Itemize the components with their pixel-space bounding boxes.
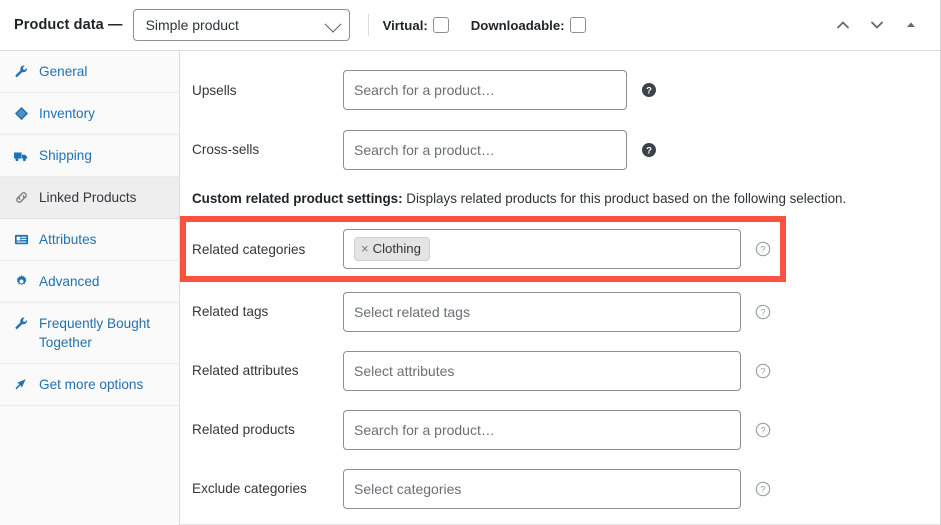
field-label: Cross-sells <box>192 142 260 157</box>
header-divider <box>367 14 369 36</box>
svg-text:?: ? <box>646 145 652 156</box>
header-actions <box>832 14 926 36</box>
sidebar-item-linked-products[interactable]: Linked Products <box>0 177 179 219</box>
chip-remove-icon[interactable]: × <box>361 241 369 256</box>
downloadable-field: Downloadable: <box>471 17 586 33</box>
wrench-icon <box>12 314 30 333</box>
cursor-icon <box>12 375 30 394</box>
gear-icon <box>12 272 30 291</box>
product-type-value: Simple product <box>145 17 239 33</box>
field-placeholder: Search for a product… <box>354 141 495 158</box>
svg-text:?: ? <box>760 425 765 435</box>
sidebar-item-frequently-bought-together[interactable]: Frequently Bought Together <box>0 303 179 364</box>
truck-icon <box>12 146 30 165</box>
product-type-select[interactable]: Simple product <box>132 9 350 41</box>
move-down-button[interactable] <box>866 14 888 36</box>
page-title: Product data — <box>14 17 123 33</box>
field-label: Related attributes <box>192 363 299 378</box>
help-outline-icon[interactable]: ? <box>755 363 771 379</box>
sidebar-item-get-more-options[interactable]: Get more options <box>0 364 179 406</box>
sidebar-item-inventory[interactable]: Inventory <box>0 93 179 135</box>
svg-text:?: ? <box>646 86 652 97</box>
sidebar-item-advanced[interactable]: Advanced <box>0 261 179 303</box>
sidebar-item-label: Inventory <box>39 106 95 121</box>
field-row-related-attributes: Related attributes Select attributes ? <box>180 341 940 400</box>
help-outline-icon[interactable]: ? <box>755 481 771 497</box>
panel-body: General Inventory Shipping Linked Produc… <box>0 51 940 525</box>
field-label: Exclude categories <box>192 481 307 496</box>
virtual-checkbox[interactable] <box>432 17 449 33</box>
related-categories-input[interactable]: × Clothing <box>343 229 741 269</box>
field-row-exclude-categories: Exclude categories Select categories ? <box>180 459 940 518</box>
field-placeholder: Select categories <box>354 480 462 497</box>
notice-text: Displays related products for this produ… <box>402 191 847 206</box>
upsells-input[interactable]: Search for a product… <box>343 70 627 110</box>
sidebar-item-label: Get more options <box>39 377 144 392</box>
virtual-field: Virtual: <box>383 17 449 33</box>
field-label: Related products <box>192 422 295 437</box>
category-chip-clothing[interactable]: × Clothing <box>354 237 430 261</box>
help-outline-icon[interactable]: ? <box>755 304 771 320</box>
field-placeholder: Select related tags <box>354 303 470 320</box>
help-outline-icon[interactable]: ? <box>755 422 771 438</box>
svg-text:?: ? <box>760 307 765 317</box>
sidebar-item-attributes[interactable]: Attributes <box>0 219 179 261</box>
field-placeholder: Search for a product… <box>354 421 495 438</box>
related-attributes-input[interactable]: Select attributes <box>343 350 741 391</box>
help-filled-icon[interactable]: ? <box>641 82 657 98</box>
virtual-label: Virtual: <box>382 17 428 33</box>
field-row-related-categories: Related categories × Clothing ? <box>180 216 940 282</box>
sidebar-item-label: Frequently Bought Together <box>39 316 151 350</box>
field-label: Upsells <box>192 82 237 98</box>
related-tags-input[interactable]: Select related tags <box>343 291 741 332</box>
field-label: Related categories <box>192 241 306 257</box>
help-outline-icon[interactable]: ? <box>755 241 771 257</box>
sidebar-item-label: Attributes <box>39 232 97 247</box>
exclude-categories-input[interactable]: Select categories <box>343 468 741 509</box>
sidebar-item-label: General <box>39 64 88 79</box>
cross-sells-input[interactable]: Search for a product… <box>343 129 627 170</box>
product-data-tabs: General Inventory Shipping Linked Produc… <box>0 51 180 525</box>
related-categories-highlight-wrapper: Related categories × Clothing ? <box>180 216 940 282</box>
card-icon <box>12 230 30 249</box>
product-data-panel: Product data — Simple product Virtual: D… <box>0 0 941 525</box>
field-row-upsells: Upsells Search for a product… ? <box>180 51 940 121</box>
tag-icon <box>12 104 30 123</box>
linked-products-panel: Upsells Search for a product… ? Cross-se… <box>180 51 940 525</box>
sidebar-item-label: Advanced <box>39 274 100 289</box>
svg-text:?: ? <box>760 244 765 254</box>
field-placeholder: Search for a product… <box>354 82 495 98</box>
panel-header: Product data — Simple product Virtual: D… <box>0 0 940 51</box>
custom-related-settings-notice: Custom related product settings: Display… <box>180 178 940 216</box>
wrench-icon <box>12 62 30 81</box>
collapse-toggle-button[interactable] <box>900 14 922 36</box>
downloadable-label: Downloadable: <box>470 17 565 33</box>
notice-strong: Custom related product settings: <box>192 191 403 206</box>
sidebar-item-label: Shipping <box>39 148 92 163</box>
move-up-button[interactable] <box>832 14 854 36</box>
downloadable-checkbox[interactable] <box>569 17 586 33</box>
field-row-related-tags: Related tags Select related tags ? <box>180 282 940 341</box>
link-icon <box>12 188 30 207</box>
sidebar-item-general[interactable]: General <box>0 51 179 93</box>
sidebar-item-label: Linked Products <box>39 190 137 205</box>
field-placeholder: Select attributes <box>354 362 455 379</box>
svg-text:?: ? <box>760 484 765 494</box>
field-row-cross-sells: Cross-sells Search for a product… ? <box>180 121 940 178</box>
field-row-related-products: Related products Search for a product… ? <box>180 400 940 459</box>
related-products-input[interactable]: Search for a product… <box>343 409 741 450</box>
chevron-down-icon <box>324 15 342 33</box>
field-label: Related tags <box>192 304 269 319</box>
chip-label: Clothing <box>372 241 421 256</box>
svg-text:?: ? <box>760 366 765 376</box>
sidebar-item-shipping[interactable]: Shipping <box>0 135 179 177</box>
help-filled-icon[interactable]: ? <box>641 142 657 158</box>
